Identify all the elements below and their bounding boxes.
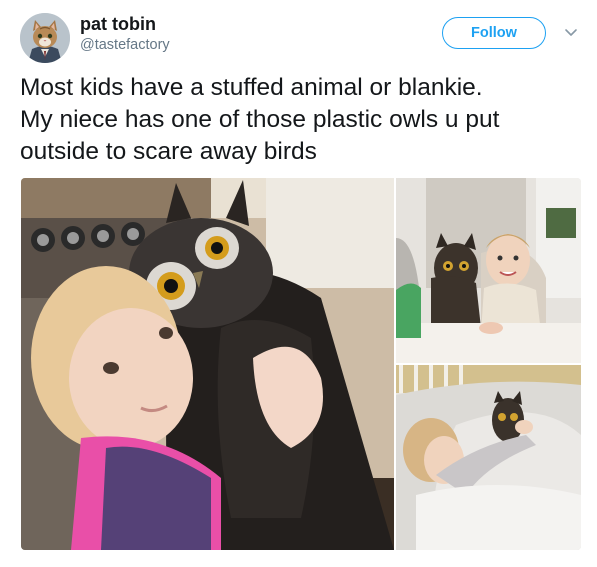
tweet-card: pat tobin @tastefactory Follow Most kids… <box>0 0 597 567</box>
media-grid <box>21 178 581 550</box>
photo-girl-hugging-owl[interactable] <box>21 178 394 550</box>
tweet-text: Most kids have a stuffed animal or blank… <box>20 74 500 165</box>
photo-girl-in-crib[interactable] <box>396 365 581 550</box>
photo-girl-at-table[interactable] <box>396 178 581 363</box>
avatar[interactable] <box>20 13 70 63</box>
chevron-down-icon[interactable] <box>564 27 578 37</box>
cat-avatar-icon <box>20 13 70 63</box>
author-name[interactable]: pat tobin <box>80 13 156 35</box>
follow-button[interactable]: Follow <box>442 17 546 49</box>
author-handle[interactable]: @tastefactory <box>80 36 170 54</box>
